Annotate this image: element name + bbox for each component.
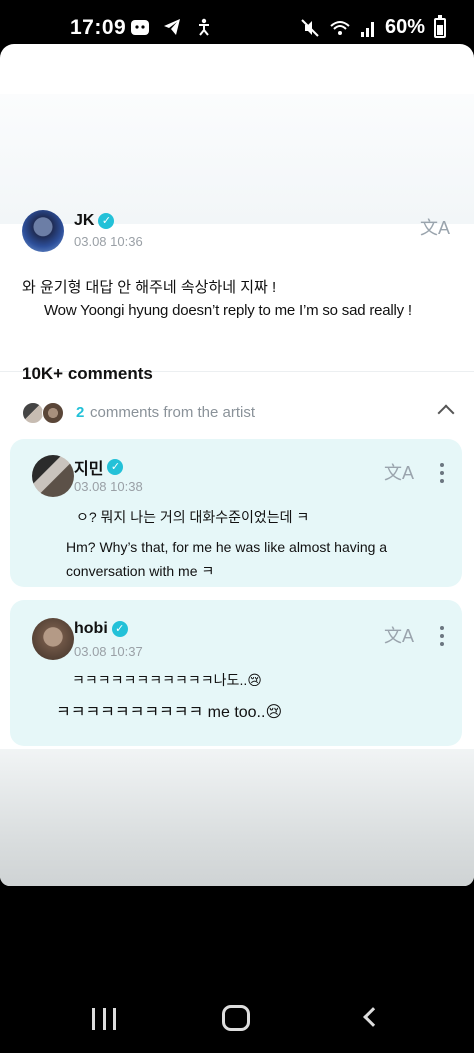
avatar[interactable]: [32, 618, 74, 660]
artist-avatar: [22, 402, 44, 424]
post-author-name: JK: [74, 212, 95, 229]
battery-percentage: 60%: [384, 16, 425, 38]
more-options-icon[interactable]: [440, 463, 444, 483]
comment-author[interactable]: hobi ✓: [74, 620, 128, 638]
artist-comments-count: 2: [76, 404, 85, 421]
battery-level: [437, 24, 443, 35]
comment-author-name: 지민: [74, 461, 104, 478]
post: JK ✓ 03.08 10:36 文A 와 윤기형 대답 안 해주네 속상하네 …: [0, 202, 474, 374]
comment-timestamp: 03.08 10:38: [74, 479, 143, 494]
post-translation: Wow Yoongi hyung doesn’t reply to me I’m…: [44, 302, 412, 319]
signal-icon: [360, 21, 374, 37]
notification-icons: [130, 17, 214, 37]
recents-button[interactable]: [92, 1008, 116, 1030]
post-author[interactable]: JK ✓: [74, 212, 115, 230]
back-button[interactable]: [363, 1007, 383, 1027]
post-timestamp: 03.08 10:36: [74, 234, 143, 249]
verified-icon: ✓: [98, 213, 115, 229]
home-button[interactable]: [222, 1005, 250, 1031]
comment-text: ㅇ? 뭐지 나는 거의 대화수준이었는데 ㅋ: [76, 509, 310, 525]
app-notification-icon: [131, 20, 149, 35]
mute-icon: [301, 18, 319, 37]
artist-comments-toggle[interactable]: 2 comments from the artist: [22, 402, 455, 426]
comment-translation: ㅋㅋㅋㅋㅋㅋㅋㅋㅋㅋ me too..😢: [56, 704, 283, 721]
translate-icon[interactable]: 文A: [420, 214, 450, 240]
status-right: 60%: [300, 14, 446, 39]
telegram-icon: [164, 19, 180, 35]
bottom-area: [0, 749, 474, 886]
comment-card: 지민 ✓ 03.08 10:38 文A ㅇ? 뭐지 나는 거의 대화수준이었는데…: [10, 439, 462, 587]
avatar[interactable]: [22, 210, 64, 252]
status-time: 17:09: [70, 16, 127, 39]
comments-count-title: 10K+ comments: [22, 364, 153, 383]
chevron-up-icon[interactable]: [437, 404, 455, 422]
app-window: JK ✓ 03.08 10:36 文A 와 윤기형 대답 안 해주네 속상하네 …: [0, 44, 474, 886]
artist-avatar: [42, 402, 64, 424]
status-bar: 17:09 60%: [0, 0, 474, 44]
verified-icon: ✓: [107, 459, 124, 475]
wifi-icon: [330, 20, 350, 35]
translate-icon[interactable]: 文A: [384, 459, 414, 485]
verified-icon: ✓: [111, 621, 128, 637]
navigation-bar: [0, 886, 474, 1053]
comment-translation: Hm? Why’s that, for me he was like almos…: [66, 539, 388, 579]
artist-comments-label: comments from the artist: [90, 404, 256, 421]
avatar[interactable]: [32, 455, 74, 497]
comment-text: ㅋㅋㅋㅋㅋㅋㅋㅋㅋㅋㅋ나도..😢: [72, 672, 262, 688]
translate-icon[interactable]: 文A: [384, 622, 414, 648]
comment-timestamp: 03.08 10:37: [74, 644, 143, 659]
more-options-icon[interactable]: [440, 626, 444, 646]
accessibility-icon: [199, 18, 209, 36]
comment-author[interactable]: 지민 ✓: [74, 455, 124, 479]
comment-card: hobi ✓ 03.08 10:37 文A ㅋㅋㅋㅋㅋㅋㅋㅋㅋㅋㅋ나도..😢 ㅋ…: [10, 600, 462, 746]
battery-icon: [434, 14, 446, 38]
post-text: 와 윤기형 대답 안 해주네 속상하네 지짜 !: [22, 279, 277, 296]
comment-author-name: hobi: [74, 620, 108, 637]
